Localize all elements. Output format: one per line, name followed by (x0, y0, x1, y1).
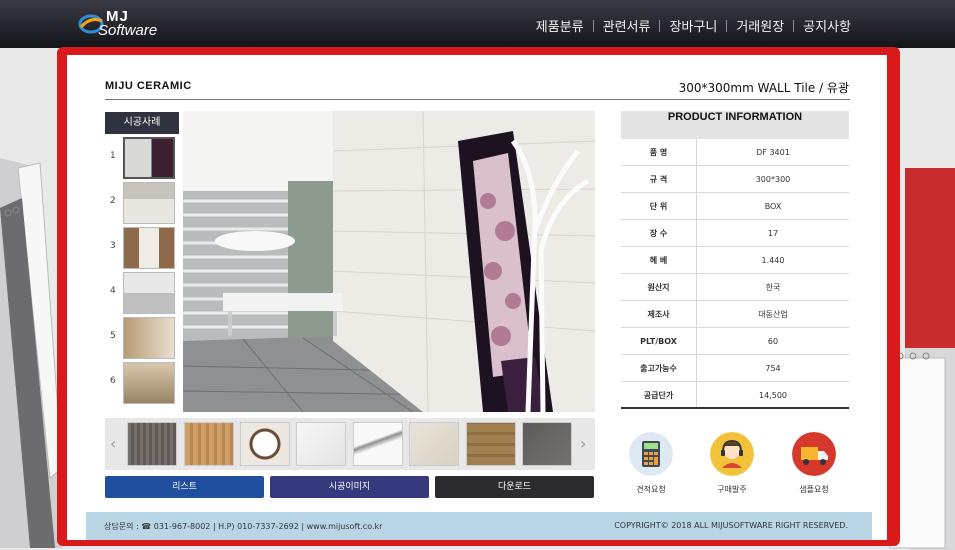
swatch-tile[interactable] (409, 422, 459, 466)
list-button[interactable]: 리스트 (105, 476, 264, 498)
table-row: 헤 베 1.440 (621, 247, 849, 274)
info-key: 단 위 (621, 193, 697, 219)
product-name: MIJU CERAMIC (105, 80, 192, 92)
table-row: 공급단가 14,500 (621, 382, 849, 409)
next-arrow-icon[interactable]: › (580, 434, 586, 453)
info-key: 장 수 (621, 220, 697, 246)
thumbnail-list: 1 2 3 4 5 6 (106, 136, 179, 412)
thumbnail-item[interactable]: 5 (106, 316, 179, 360)
thumbnail-image (123, 182, 175, 224)
divider (105, 99, 850, 100)
footer-copyright: COPYRIGHT© 2018 ALL MIJUSOFTWARE RIGHT R… (614, 521, 848, 530)
footer: 상담문의 : ☎ 031-967-8002 | H.P) 010-7337-26… (86, 512, 872, 540)
info-value: DF 3401 (756, 148, 790, 157)
swatch-tile[interactable] (184, 422, 234, 466)
info-key: 출고가능수 (621, 355, 697, 381)
swatch-tile[interactable] (127, 422, 177, 466)
nav-item-ledger[interactable]: 거래원장 (736, 16, 784, 35)
info-key: 공급단가 (621, 382, 697, 407)
case-study-label: 시공사례 (105, 112, 179, 134)
prev-arrow-icon[interactable]: ‹ (110, 434, 116, 453)
thumbnail-image (123, 317, 175, 359)
thumbnail-item[interactable]: 6 (106, 361, 179, 405)
nav-item-related-documents[interactable]: 관련서류 (603, 16, 651, 35)
thumbnail-image (123, 227, 175, 269)
info-value: 300*300 (755, 175, 791, 184)
sample-request-button[interactable]: 샘플요청 (786, 432, 842, 495)
info-key: 제조사 (621, 301, 697, 327)
delivery-truck-icon (792, 432, 836, 476)
download-button[interactable]: 다운로드 (435, 476, 594, 498)
thumbnail-number: 1 (110, 151, 116, 161)
info-key: 헤 베 (621, 247, 697, 273)
action-label: 구매발주 (717, 485, 747, 494)
main-interior-photo (183, 111, 595, 412)
nav-item-cart[interactable]: 장바구니 (669, 16, 717, 35)
table-row: 규 격 300*300 (621, 166, 849, 193)
calculator-icon (629, 432, 673, 476)
construction-image-button[interactable]: 시공이미지 (270, 476, 429, 498)
nav-divider (726, 19, 728, 32)
thumbnail-item[interactable]: 2 (106, 181, 179, 225)
thumbnail-item[interactable]: 4 (106, 271, 179, 315)
info-value: 60 (767, 337, 779, 346)
table-row: 장 수 17 (621, 220, 849, 247)
swatch-carousel: ‹ › (105, 418, 595, 470)
action-label: 샘플요청 (799, 485, 829, 494)
nav-divider (659, 19, 661, 32)
action-label: 견적요청 (636, 485, 666, 494)
table-row: 단 위 BOX (621, 193, 849, 220)
nav-item-product-category[interactable]: 제품분류 (536, 16, 584, 35)
nav-divider (592, 19, 594, 32)
swatch-tile[interactable] (522, 422, 572, 466)
thumbnail-number: 2 (110, 196, 116, 206)
swatch-tile[interactable] (296, 422, 346, 466)
logo[interactable]: MJ Software (78, 8, 198, 42)
nav-item-notices[interactable]: 공지사항 (803, 16, 851, 35)
info-value: 17 (767, 229, 779, 238)
thumbnail-image (123, 362, 175, 404)
nav-divider (793, 19, 795, 32)
info-value: BOX (764, 202, 782, 211)
thumbnail-number: 5 (110, 331, 116, 341)
table-row: 원산지 한국 (621, 274, 849, 301)
thumbnail-item[interactable]: 1 (106, 136, 179, 180)
thumbnail-number: 4 (110, 286, 116, 296)
product-info-table: 품 명 DF 3401 규 격 300*300 단 위 BOX 장 수 17 헤 베 1.… (621, 139, 849, 409)
table-row: 출고가능수 754 (621, 355, 849, 382)
info-key: PLT/BOX (621, 328, 697, 354)
thumbnail-image (123, 137, 175, 179)
product-info-heading: PRODUCT INFORMATION (621, 111, 849, 139)
table-row: PLT/BOX 60 (621, 328, 849, 355)
thumbnail-image (123, 272, 175, 314)
info-key: 품 명 (621, 139, 697, 165)
logo-name-text: Software (98, 22, 158, 39)
product-spec: 300*300mm WALL Tile / 유광 (678, 81, 849, 95)
info-value: 한국 (765, 283, 781, 292)
swatch-tile[interactable] (466, 422, 516, 466)
info-value: 1.440 (761, 256, 785, 265)
table-row: 제조사 대동산업 (621, 301, 849, 328)
thumbnail-number: 6 (110, 376, 116, 386)
top-navigation-bar: MJ Software 제품분류 관련서류 장바구니 거래원장 공지사항 (0, 0, 955, 48)
info-value: 754 (765, 364, 781, 373)
main-nav: 제품분류 관련서류 장바구니 거래원장 공지사항 (536, 16, 851, 35)
swatch-tile[interactable] (240, 422, 290, 466)
thumbnail-item[interactable]: 3 (106, 226, 179, 270)
info-key: 규 격 (621, 166, 697, 192)
headset-agent-icon (710, 432, 754, 476)
info-value: 대동산업 (758, 310, 788, 319)
table-row: 품 명 DF 3401 (621, 139, 849, 166)
quote-request-button[interactable]: 견적요청 (623, 432, 679, 495)
footer-contact: 상담문의 : ☎ 031-967-8002 | H.P) 010-7337-26… (104, 522, 383, 531)
info-key: 원산지 (621, 274, 697, 300)
info-value: 14,500 (759, 391, 787, 400)
thumbnail-number: 3 (110, 241, 116, 251)
purchase-order-button[interactable]: 구매발주 (704, 432, 760, 495)
swatch-tile[interactable] (353, 422, 403, 466)
